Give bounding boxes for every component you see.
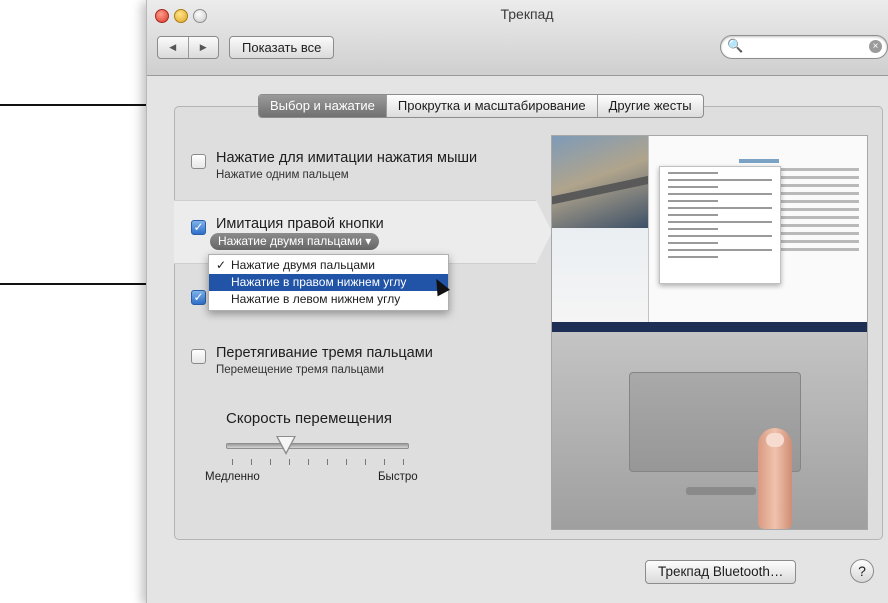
option-title: Перетягивание тремя пальцами — [216, 345, 433, 361]
menu-item-bottom-left-corner[interactable]: Нажатие в левом нижнем углу — [209, 291, 448, 308]
slider-thumb[interactable] — [275, 436, 296, 455]
search-input[interactable] — [743, 39, 867, 55]
preview-laptop — [552, 332, 867, 529]
slider-ticks — [232, 459, 404, 465]
option-subtitle: Перемещение тремя пальцами — [216, 364, 384, 376]
bridge-photo — [552, 136, 648, 228]
selected-option-pointer — [536, 200, 552, 264]
nav-buttons: ◀ ▶ — [157, 36, 219, 59]
slider-max-label: Быстро — [378, 471, 418, 483]
menu-item-label: Нажатие в левом нижнем углу — [231, 292, 401, 306]
help-button[interactable]: ? — [850, 559, 874, 583]
option-title: Нажатие для имитации нажатия мыши — [216, 150, 478, 166]
checkbox-secondary-click[interactable]: ✓ — [191, 220, 206, 235]
option-subtitle: Нажатие одним пальцем — [216, 169, 349, 181]
tab-more-gestures[interactable]: Другие жесты — [596, 95, 703, 117]
option-title: Имитация правой кнопки — [216, 216, 384, 232]
preferences-window: Трекпад ◀ ▶ Показать все 🔍 × Выбор и наж… — [146, 0, 888, 603]
tab-scroll-and-zoom[interactable]: Прокрутка и масштабирование — [385, 95, 597, 117]
menu-item-label: Нажатие двумя пальцами — [231, 258, 375, 272]
preview-screen — [552, 136, 867, 322]
check-icon: ✓ — [216, 258, 227, 272]
finger-icon — [758, 428, 792, 529]
back-button[interactable]: ◀ — [158, 37, 189, 58]
preview-dock — [552, 322, 867, 332]
search-field[interactable]: 🔍 × — [720, 35, 888, 59]
tab-point-and-click[interactable]: Выбор и нажатие — [259, 95, 386, 117]
preview-document — [648, 136, 867, 322]
checkbox-look-up[interactable]: ✓ — [191, 290, 206, 305]
gesture-preview-image — [551, 135, 868, 530]
window-title: Трекпад — [500, 6, 554, 22]
forward-button[interactable]: ▶ — [189, 37, 219, 58]
tracking-speed-label: Скорость перемещения — [226, 410, 393, 427]
menu-item-two-fingers[interactable]: ✓ Нажатие двумя пальцами — [209, 257, 448, 274]
secondary-click-popup[interactable]: Нажатие двумя пальцами ▾ — [210, 233, 380, 250]
tab-bar: Выбор и нажатие Прокрутка и масштабирова… — [258, 94, 704, 118]
menu-item-label: Нажатие в правом нижнем углу — [231, 275, 407, 289]
tracking-speed-slider[interactable] — [226, 443, 409, 449]
menu-item-bottom-right-corner[interactable]: Нажатие в правом нижнем углу — [209, 274, 448, 291]
show-all-button[interactable]: Показать все — [229, 36, 335, 59]
bluetooth-trackpad-button[interactable]: Трекпад Bluetooth… — [645, 560, 797, 584]
clear-search-icon[interactable]: × — [869, 40, 882, 53]
secondary-click-menu: ✓ Нажатие двумя пальцами Нажатие в право… — [208, 254, 449, 311]
checkbox-tap-to-click[interactable] — [191, 154, 206, 169]
search-icon: 🔍 — [727, 38, 744, 53]
window-toolbar: Трекпад ◀ ▶ Показать все 🔍 × — [147, 0, 888, 76]
checkbox-three-finger-drag[interactable] — [191, 349, 206, 364]
preview-context-menu — [659, 166, 781, 284]
slider-min-label: Медленно — [205, 471, 260, 483]
